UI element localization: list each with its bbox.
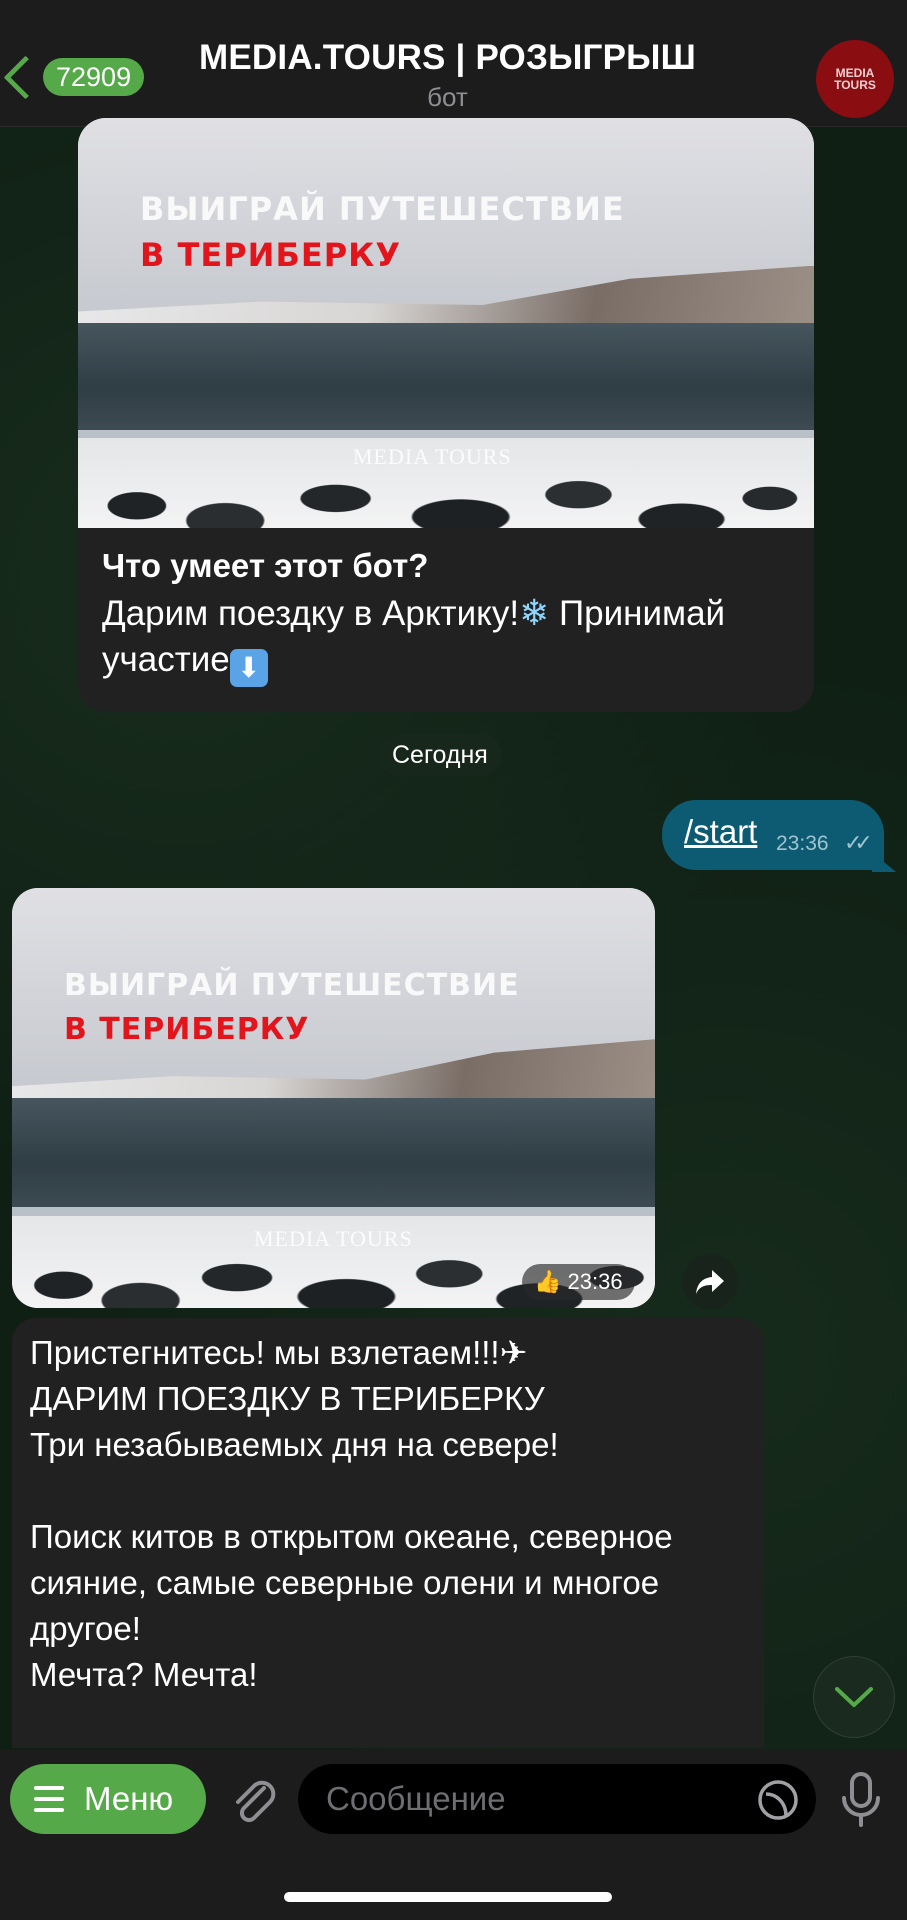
avatar[interactable]: MEDIA TOURS xyxy=(816,40,894,118)
incoming-photo[interactable]: ВЫИГРАЙ ПУТЕШЕСТВИЕ В ТЕРИБЕРКУ MEDIA TO… xyxy=(12,888,655,1308)
message-text[interactable]: /start xyxy=(684,813,757,851)
message-time: 23:36 xyxy=(567,1269,623,1294)
avatar-logo-text: MEDIA TOURS xyxy=(834,66,876,92)
incoming-message[interactable]: Пристегнитесь! мы взлетаем!!!✈ ДАРИМ ПОЕ… xyxy=(12,1318,764,1748)
message-line: Поиск китов в открытом океане, северное xyxy=(30,1518,673,1555)
intro-image[interactable]: ВЫИГРАЙ ПУТЕШЕСТВИЕ В ТЕРИБЕРКУ MEDIA TO… xyxy=(78,118,814,528)
double-check-icon: ✓✓ xyxy=(844,830,873,855)
photo-time-badge: 👍 23:36 xyxy=(522,1264,635,1300)
back-button[interactable]: 72909 xyxy=(0,52,150,102)
image-headline-1: ВЫИГРАЙ ПУТЕШЕСТВИЕ xyxy=(64,968,520,1003)
message-line: Мечта? Мечта! xyxy=(30,1656,258,1693)
chat-title: MEDIA.TOURS | РОЗЫГРЫШ xyxy=(199,38,696,77)
bot-intro-card: ВЫИГРАЙ ПУТЕШЕСТВИЕ В ТЕРИБЕРКУ MEDIA TO… xyxy=(78,118,814,712)
date-separator: Сегодня xyxy=(378,734,502,776)
image-watermark: MEDIA TOURS xyxy=(353,444,512,469)
menu-button[interactable]: Меню xyxy=(10,1764,206,1834)
menu-icon xyxy=(34,1786,64,1812)
share-button[interactable] xyxy=(682,1254,738,1310)
intro-body: Дарим поездку в Арктику!❄ Принимай участ… xyxy=(102,590,790,687)
chat-header: 72909 MEDIA.TOURS | РОЗЫГРЫШ бот MEDIA T… xyxy=(0,0,907,127)
home-indicator xyxy=(284,1892,612,1902)
scroll-down-button[interactable] xyxy=(813,1656,895,1738)
message-time: 23:36 xyxy=(776,832,829,855)
paperclip-icon[interactable] xyxy=(226,1772,282,1828)
image-headline-1: ВЫИГРАЙ ПУТЕШЕСТВИЕ xyxy=(140,190,625,228)
image-watermark: MEDIA TOURS xyxy=(254,1226,413,1251)
microphone-icon[interactable] xyxy=(836,1770,886,1830)
message-line: ДАРИМ ПОЕЗДКУ В ТЕРИБЕРКУ xyxy=(30,1380,545,1417)
image-headline-2: В ТЕРИБЕРКУ xyxy=(64,1012,310,1047)
chevron-left-icon xyxy=(3,55,48,99)
sticker-icon[interactable] xyxy=(756,1778,800,1822)
chat-title-area[interactable]: MEDIA.TOURS | РОЗЫГРЫШ бот xyxy=(170,38,725,113)
share-icon xyxy=(696,1270,724,1294)
reaction-icon[interactable]: 👍 xyxy=(534,1269,561,1294)
message-line: сияние, самые северные олени и многое xyxy=(30,1564,660,1601)
unread-count-badge: 72909 xyxy=(43,58,145,96)
image-headline-2: В ТЕРИБЕРКУ xyxy=(140,236,401,274)
chat-subtitle: бот xyxy=(427,82,468,112)
message-line: Пристегнитесь! мы взлетаем!!!✈ xyxy=(30,1334,528,1371)
message-input[interactable]: Сообщение xyxy=(298,1764,816,1834)
message-line: другое! xyxy=(30,1610,141,1647)
arrow-down-icon: ⬇ xyxy=(229,649,268,687)
snowflake-icon: ❄ xyxy=(519,592,550,633)
message-input-placeholder: Сообщение xyxy=(326,1780,506,1817)
chevron-down-icon xyxy=(835,1687,873,1707)
outgoing-message[interactable]: /start 23:36 ✓✓ xyxy=(662,800,884,870)
menu-label: Меню xyxy=(84,1780,174,1817)
message-line: Три незабываемых дня на севере! xyxy=(30,1426,559,1463)
intro-title: Что умеет этот бот? xyxy=(102,547,429,584)
